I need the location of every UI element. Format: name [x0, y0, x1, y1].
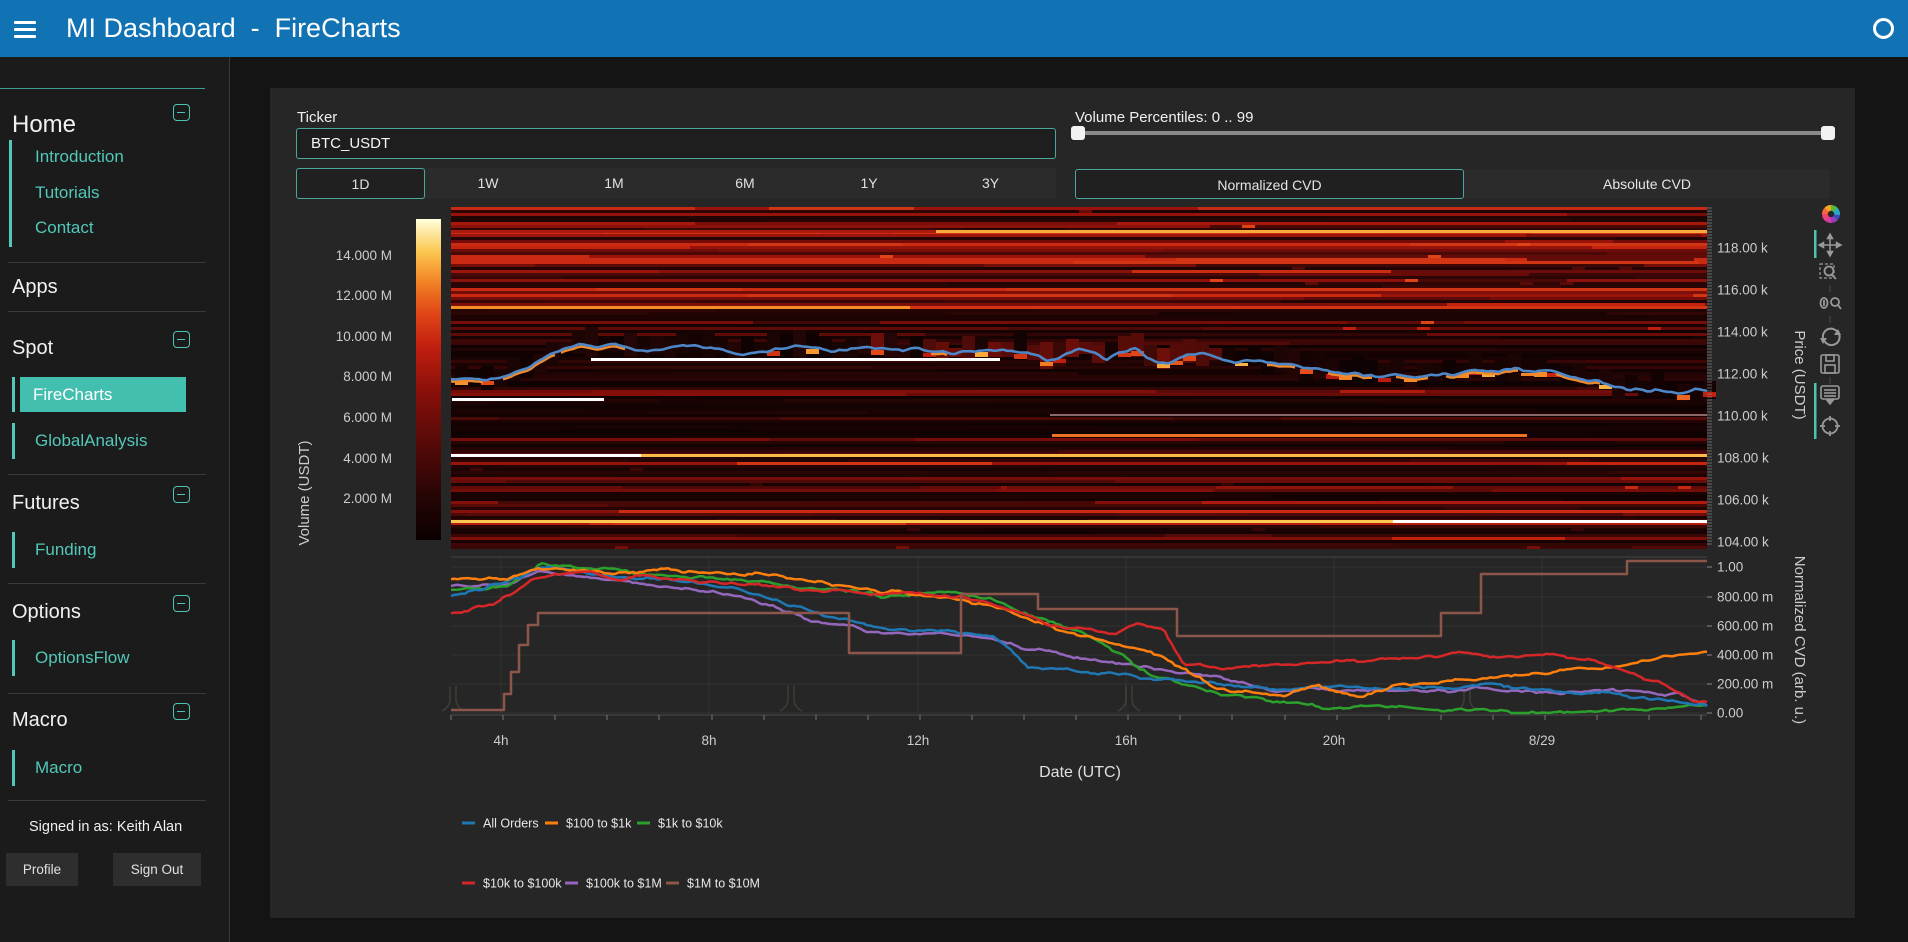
- svg-text:Date (UTC): Date (UTC): [1039, 764, 1121, 781]
- svg-text:6.000 M: 6.000 M: [343, 410, 392, 425]
- svg-text:$1k to $10k: $1k to $10k: [658, 817, 723, 831]
- svg-text:104.00 k: 104.00 k: [1717, 535, 1769, 550]
- svg-text:600.00 m: 600.00 m: [1717, 619, 1773, 634]
- svg-text:$10k to $100k: $10k to $100k: [483, 877, 562, 891]
- svg-text:116.00 k: 116.00 k: [1717, 283, 1768, 298]
- svg-text:8.000 M: 8.000 M: [343, 369, 392, 384]
- svg-text:0.00: 0.00: [1717, 706, 1743, 721]
- svg-text:$100 to $1k: $100 to $1k: [566, 817, 632, 831]
- svg-text:10.000 M: 10.000 M: [336, 329, 392, 344]
- svg-text:Normalized CVD (arb. u.): Normalized CVD (arb. u.): [1791, 556, 1808, 724]
- svg-text:14.000 M: 14.000 M: [336, 248, 392, 263]
- svg-text:106.00 k: 106.00 k: [1717, 493, 1769, 508]
- svg-text:16h: 16h: [1115, 733, 1138, 748]
- svg-text:2.000 M: 2.000 M: [343, 491, 392, 506]
- svg-text:114.00 k: 114.00 k: [1717, 325, 1768, 340]
- svg-text:8h: 8h: [701, 733, 716, 748]
- svg-text:118.00 k: 118.00 k: [1717, 241, 1768, 256]
- svg-text:400.00 m: 400.00 m: [1717, 648, 1773, 663]
- svg-text:12h: 12h: [907, 733, 930, 748]
- svg-text:4h: 4h: [493, 733, 508, 748]
- svg-text:Price (USDT): Price (USDT): [1791, 330, 1808, 419]
- svg-text:8/29: 8/29: [1529, 733, 1555, 748]
- svg-text:$1M to $10M: $1M to $10M: [687, 877, 760, 891]
- svg-text:$100k to $1M: $100k to $1M: [586, 877, 662, 891]
- svg-text:110.00 k: 110.00 k: [1717, 409, 1768, 424]
- svg-text:20h: 20h: [1323, 733, 1346, 748]
- svg-text:All Orders: All Orders: [483, 817, 539, 831]
- svg-text:1.00: 1.00: [1717, 560, 1743, 575]
- svg-text:200.00 m: 200.00 m: [1717, 677, 1773, 692]
- svg-text:4.000 M: 4.000 M: [343, 451, 392, 466]
- svg-text:108.00 k: 108.00 k: [1717, 451, 1769, 466]
- svg-text:12.000 M: 12.000 M: [336, 288, 392, 303]
- svg-text:800.00 m: 800.00 m: [1717, 590, 1773, 605]
- svg-text:Volume (USDT): Volume (USDT): [296, 440, 313, 545]
- svg-text:112.00 k: 112.00 k: [1717, 367, 1768, 382]
